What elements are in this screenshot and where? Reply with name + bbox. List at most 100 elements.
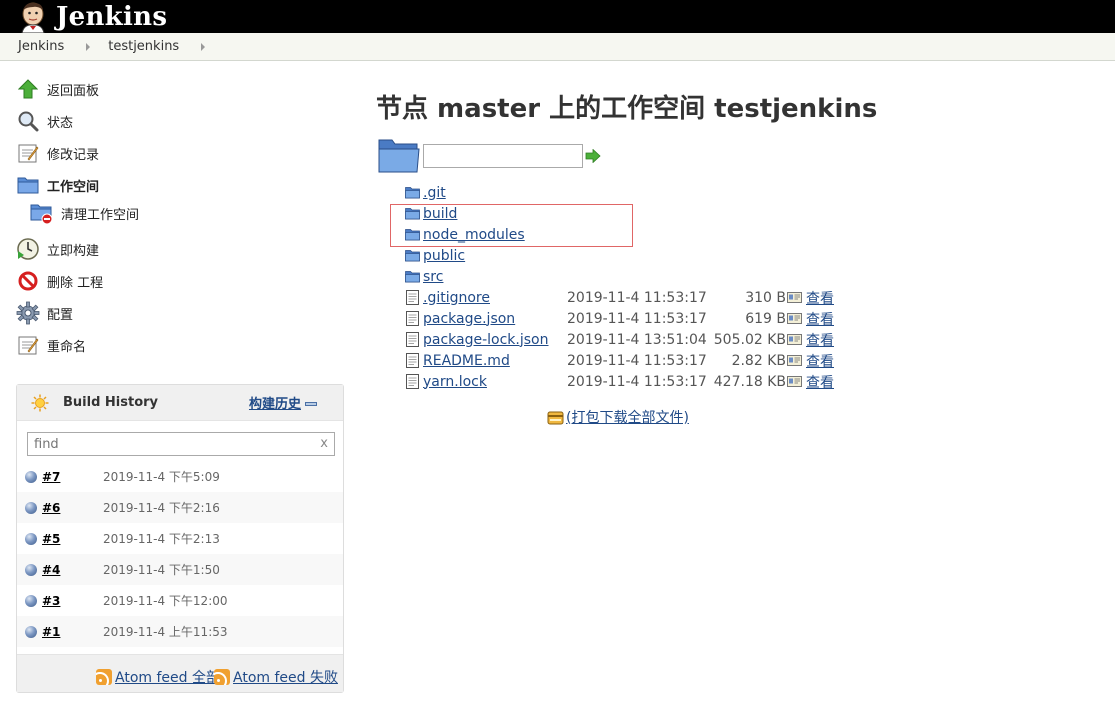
text-file-icon [406,290,419,305]
view-link[interactable]: 查看 [806,288,834,308]
breadcrumb-jenkins[interactable]: Jenkins [18,39,64,54]
build-time[interactable]: 2019-11-4 下午1:50 [103,561,220,578]
rss-feed-icon [96,669,112,685]
build-time[interactable]: 2019-11-4 下午5:09 [103,468,220,485]
download-all-link[interactable]: (打包下载全部文件) [566,407,689,427]
build-number-link[interactable]: #7 [42,470,60,484]
file-size: 310 B [745,289,786,306]
jenkins-logo[interactable]: Jenkins [16,0,167,33]
blue-ball-status-icon[interactable] [25,533,37,545]
task-label[interactable]: 重命名 [47,336,86,355]
file-link[interactable]: package.json [423,311,515,327]
annotation-highlight-box [390,204,633,247]
jenkins-butler-icon [21,2,45,33]
build-trend-link[interactable]: 构建历史 [249,393,301,412]
breadcrumb-chevron-icon[interactable] [86,42,91,51]
folder-icon [405,187,420,199]
task-status[interactable]: 状态 [16,108,73,134]
build-time[interactable]: 2019-11-4 上午11:53 [103,623,228,640]
feed-label[interactable]: Atom feed 全部 [115,667,220,687]
build-number-link[interactable]: #6 [42,501,60,515]
folder-row: src [404,266,844,287]
folder-link[interactable]: src [423,269,443,285]
blue-ball-status-icon[interactable] [25,595,37,607]
up-arrow-icon [16,77,40,101]
task-label[interactable]: 状态 [47,112,73,131]
blue-ball-status-icon[interactable] [25,471,37,483]
file-row: yarn.lock 2019-11-4 11:53:17 427.18 KB 查… [404,371,844,392]
build-history-widget: Build History 构建历史 x #7 2019-11-4 下午5:09… [16,384,344,693]
file-link[interactable]: .gitignore [423,290,490,306]
gear-icon [16,301,40,325]
task-label[interactable]: 返回面板 [47,80,99,99]
view-file-icon[interactable] [787,313,802,324]
header-bar: Jenkins [0,0,1115,33]
file-link[interactable]: yarn.lock [423,374,487,390]
task-wipe-workspace[interactable]: 清理工作空间 [30,200,139,226]
build-row[interactable]: #1 2019-11-4 上午11:53 [17,616,343,647]
build-time[interactable]: 2019-11-4 下午2:13 [103,530,220,547]
build-history-header: Build History 构建历史 [17,385,343,421]
build-search-input[interactable] [28,433,308,455]
file-link[interactable]: package-lock.json [423,332,549,348]
task-workspace[interactable]: 工作空间 [16,172,99,198]
go-arrow-icon[interactable] [585,148,601,164]
clear-search-icon[interactable]: x [320,436,328,451]
folder-link[interactable]: public [423,248,465,264]
build-row[interactable]: #4 2019-11-4 下午1:50 [17,554,343,585]
build-row[interactable]: #5 2019-11-4 下午2:13 [17,523,343,554]
file-link[interactable]: README.md [423,353,510,369]
atom-feed-failed-link[interactable]: Atom feed 失败 [214,667,338,687]
task-label[interactable]: 配置 [47,304,73,323]
collapse-icon[interactable] [305,402,317,406]
build-row[interactable]: #3 2019-11-4 下午12:00 [17,585,343,616]
view-link[interactable]: 查看 [806,309,834,329]
build-number-link[interactable]: #4 [42,563,60,577]
folder-row: .git [404,182,844,203]
view-file-icon[interactable] [787,334,802,345]
jenkins-brand-text: Jenkins [56,1,168,32]
task-label[interactable]: 立即构建 [47,240,99,259]
task-label[interactable]: 清理工作空间 [61,204,139,223]
build-row[interactable]: #7 2019-11-4 下午5:09 [17,461,343,492]
path-input[interactable] [423,144,583,168]
page-title: 节点 master 上的工作空间 testjenkins [376,94,878,124]
text-file-icon [406,353,419,368]
breadcrumb-chevron-icon[interactable] [201,42,206,51]
task-build-now[interactable]: 立即构建 [16,236,99,262]
view-link[interactable]: 查看 [806,372,834,392]
build-number-link[interactable]: #1 [42,625,60,639]
view-file-icon[interactable] [787,355,802,366]
file-row: README.md 2019-11-4 11:53:17 2.82 KB 查看 [404,350,844,371]
task-configure[interactable]: 配置 [16,300,73,326]
view-file-icon[interactable] [787,292,802,303]
file-date: 2019-11-4 11:53:17 [567,310,707,327]
task-label[interactable]: 工作空间 [47,176,99,195]
blue-ball-status-icon[interactable] [25,564,37,576]
blue-ball-status-icon[interactable] [25,626,37,638]
download-all-zip[interactable]: (打包下载全部文件) [547,407,689,427]
build-time[interactable]: 2019-11-4 下午12:00 [103,592,228,609]
feed-label[interactable]: Atom feed 失败 [233,667,338,687]
build-number-link[interactable]: #3 [42,594,60,608]
task-label[interactable]: 删除 工程 [47,272,103,291]
view-file-icon[interactable] [787,376,802,387]
view-link[interactable]: 查看 [806,351,834,371]
task-back-to-dashboard[interactable]: 返回面板 [16,76,99,102]
build-time[interactable]: 2019-11-4 下午2:16 [103,499,220,516]
task-rename[interactable]: 重命名 [16,332,86,358]
blue-ball-status-icon[interactable] [25,502,37,514]
atom-feed-all-link[interactable]: Atom feed 全部 [96,667,220,687]
build-row[interactable]: #6 2019-11-4 下午2:16 [17,492,343,523]
folder-link[interactable]: .git [423,185,446,201]
directory-path-bar [378,136,601,176]
rss-feed-icon [214,669,230,685]
task-delete-project[interactable]: 删除 工程 [16,268,103,294]
build-number-link[interactable]: #5 [42,532,60,546]
build-history-title: Build History [63,395,159,410]
breadcrumb-testjenkins[interactable]: testjenkins [108,39,179,54]
file-row: package-lock.json 2019-11-4 13:51:04 505… [404,329,844,350]
view-link[interactable]: 查看 [806,330,834,350]
task-label[interactable]: 修改记录 [47,144,99,163]
task-changes[interactable]: 修改记录 [16,140,99,166]
